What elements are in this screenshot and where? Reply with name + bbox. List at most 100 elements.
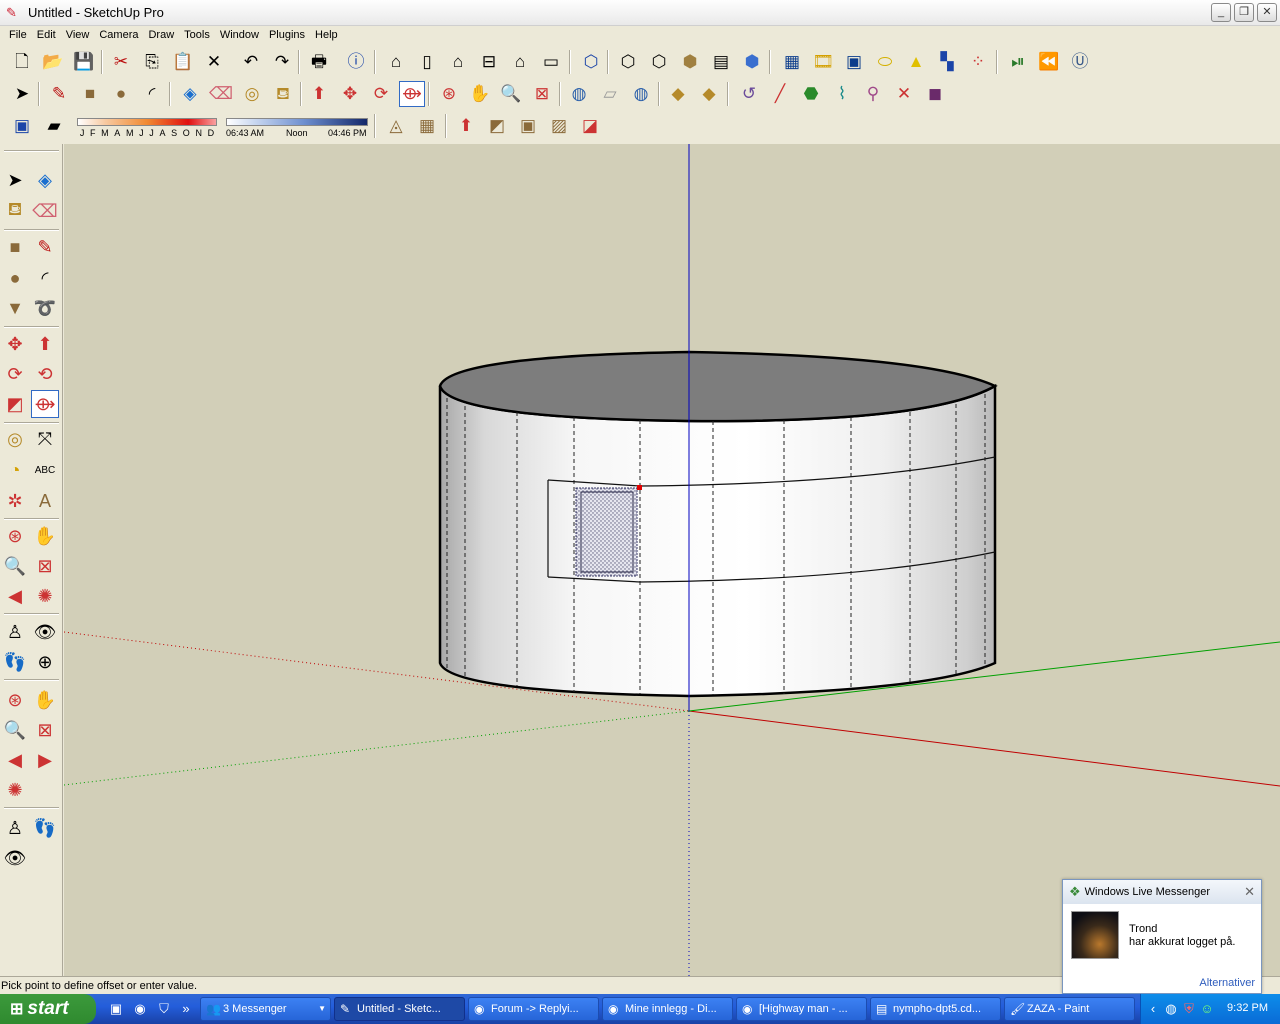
pan-icon[interactable]: ✋ [31, 686, 59, 714]
arc-icon[interactable]: ◜ [31, 264, 59, 292]
start-button[interactable]: ⊞ start [0, 994, 96, 1024]
pin-icon[interactable]: ⚲ [860, 81, 886, 107]
iso-view-icon[interactable]: ⌂ [383, 49, 409, 75]
arc-icon[interactable]: ◜ [139, 81, 165, 107]
offset-face[interactable] [575, 487, 638, 577]
get-components-icon[interactable]: ◆ [665, 81, 691, 107]
rectangle-icon[interactable]: ■ [77, 81, 103, 107]
show-desktop-icon[interactable]: ▣ [108, 1001, 124, 1017]
look-around-icon[interactable]: 👁 [31, 618, 59, 646]
messenger-notification[interactable]: ❖ Windows Live Messenger ✕ Trond har akk… [1062, 879, 1262, 994]
options-link[interactable]: Alternativer [1199, 977, 1255, 989]
styles-icon[interactable]: ▣ [841, 49, 867, 75]
move-icon[interactable]: ✥ [337, 81, 363, 107]
menu-help[interactable]: Help [310, 26, 343, 44]
3d-text-icon[interactable]: A [31, 487, 59, 515]
chevron-left-icon[interactable]: ‹ [1145, 1001, 1161, 1017]
shaded-textures-icon[interactable]: ▤ [708, 49, 734, 75]
pencil-icon[interactable]: ✎ [46, 81, 72, 107]
layers-icon[interactable]: ⬭ [872, 49, 898, 75]
smoove-icon[interactable]: ⬆ [453, 113, 479, 139]
line-icon[interactable]: ✎ [31, 233, 59, 261]
back-view-icon[interactable]: ⌂ [507, 49, 533, 75]
scene-canvas[interactable] [64, 144, 1280, 976]
shadows-icon[interactable]: ▲ [903, 49, 929, 75]
close-icon[interactable]: ✕ [1244, 884, 1255, 900]
menu-window[interactable]: Window [215, 26, 264, 44]
paste-icon[interactable]: 📋 [170, 49, 196, 75]
freehand-icon[interactable]: ➰ [31, 294, 59, 322]
minimize-button[interactable]: _ [1211, 3, 1231, 22]
push-pull-icon[interactable]: ⬆ [31, 330, 59, 358]
follow-me-icon[interactable]: ⟲ [31, 360, 59, 388]
network-icon[interactable]: ◍ [1163, 1001, 1179, 1017]
cut-icon[interactable]: ✂ [108, 49, 134, 75]
scale-icon[interactable]: ◩ [1, 390, 29, 418]
play-icon[interactable]: ⏯ [1005, 49, 1031, 75]
eraser-icon[interactable]: ⌫ [31, 197, 59, 225]
messenger-status-icon[interactable]: ☺ [1199, 1001, 1215, 1017]
orbit-icon[interactable]: ⊛ [1, 686, 29, 714]
offset-icon[interactable]: ⟴ [31, 390, 59, 418]
components-icon[interactable]: ▦ [779, 49, 805, 75]
google-earth-icon[interactable]: ◍ [628, 81, 654, 107]
undo-icon[interactable]: ↶ [238, 49, 264, 75]
time-slider[interactable]: 06:43 AM Noon 04:46 PM [226, 118, 368, 140]
tape-measure-icon[interactable]: ◎ [1, 425, 29, 453]
walk-icon[interactable]: 👣 [1, 648, 29, 676]
print-icon[interactable]: 🖶 [306, 49, 332, 75]
zoom-icon[interactable]: 🔍 [1, 552, 29, 580]
maximize-button[interactable]: ❐ [1234, 3, 1254, 22]
color-dots-icon[interactable]: ⁘ [965, 49, 991, 75]
taskbar-item[interactable]: ◉ Mine innlegg - Di... [602, 997, 733, 1021]
model-viewport[interactable] [64, 144, 1280, 976]
look-around-icon[interactable]: 👁 [1, 844, 29, 872]
open-icon[interactable]: 📂 [40, 49, 66, 75]
menu-file[interactable]: File [4, 26, 32, 44]
menu-tools[interactable]: Tools [179, 26, 215, 44]
tool-box-icon[interactable]: ◼ [922, 81, 948, 107]
taskbar-item[interactable]: ◉ Forum -> Replyi... [468, 997, 599, 1021]
scenes-icon[interactable]: 🎞 [810, 49, 836, 75]
section-plane-icon[interactable]: ⊕ [31, 648, 59, 676]
tape-measure-icon[interactable]: ◎ [239, 81, 265, 107]
stamp-icon[interactable]: ◩ [484, 113, 510, 139]
close-button[interactable]: ✕ [1257, 3, 1277, 22]
redo-icon[interactable]: ↷ [269, 49, 295, 75]
previous-view-icon[interactable]: ◀ [1, 582, 29, 610]
save-icon[interactable]: 💾 [71, 49, 97, 75]
menu-plugins[interactable]: Plugins [264, 26, 310, 44]
pan-icon[interactable]: ✋ [467, 81, 493, 107]
cross-icon[interactable]: ✕ [891, 81, 917, 107]
move-icon[interactable]: ✥ [1, 330, 29, 358]
taskbar-item[interactable]: ▤ nympho-dpt5.cd... [870, 997, 1001, 1021]
zoom-extents-icon[interactable]: ⊠ [529, 81, 555, 107]
rectangle-icon[interactable]: ■ [1, 233, 29, 261]
walk-icon[interactable]: 👣 [31, 814, 59, 842]
hidden-line-icon[interactable]: ⬡ [646, 49, 672, 75]
zoom-extents-icon[interactable]: ✺ [31, 582, 59, 610]
menu-draw[interactable]: Draw [143, 26, 179, 44]
select-icon[interactable]: ➤ [9, 81, 35, 107]
front-view-icon[interactable]: ⌂ [445, 49, 471, 75]
copy-icon[interactable]: ⎘ [139, 49, 165, 75]
zoom-icon[interactable]: 🔍 [1, 716, 29, 744]
wireframe-icon[interactable]: ⬡ [615, 49, 641, 75]
rewind-icon[interactable]: ⏪ [1036, 49, 1062, 75]
flip-edge-icon[interactable]: ◪ [577, 113, 603, 139]
top-view-icon[interactable]: ▯ [414, 49, 440, 75]
xray-icon[interactable]: ⬡ [578, 49, 604, 75]
circle-icon[interactable]: ● [108, 81, 134, 107]
rotate-icon[interactable]: ⟳ [368, 81, 394, 107]
new-icon[interactable]: 🗋 [9, 49, 35, 75]
share-component-icon[interactable]: ◆ [696, 81, 722, 107]
protractor-icon[interactable]: ◔ [1, 456, 29, 484]
position-camera-icon[interactable]: ♙ [1, 618, 29, 646]
shield-icon[interactable]: ⛉ [156, 1001, 172, 1017]
right-view-icon[interactable]: ⊟ [476, 49, 502, 75]
chevron-right-icon[interactable]: » [178, 1001, 194, 1017]
rotate-icon[interactable]: ⟳ [1, 360, 29, 388]
polygon-icon[interactable]: ▼ [1, 294, 29, 322]
axes-icon[interactable]: ✲ [1, 487, 29, 515]
cylinder-top-face[interactable] [438, 350, 998, 423]
